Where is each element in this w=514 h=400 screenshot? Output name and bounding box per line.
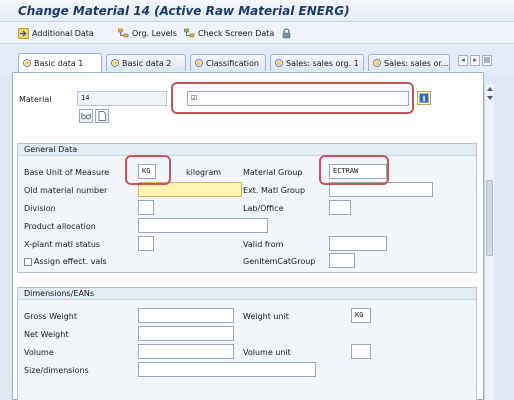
lab-office-label: Lab/Office <box>243 204 284 213</box>
right-edge <box>494 84 514 400</box>
description-highlight <box>171 82 414 114</box>
lab-office-input[interactable] <box>329 200 351 215</box>
valid-from-label: Valid from <box>243 240 284 249</box>
volume-unit-input[interactable] <box>351 344 371 359</box>
glasses-button[interactable] <box>79 109 93 123</box>
material-group-highlight <box>319 155 389 185</box>
tab-radio-icon <box>23 59 31 67</box>
vertical-scrollbar[interactable] <box>484 84 494 400</box>
tab-label: Basic data 2 <box>122 58 172 68</box>
additional-data-button[interactable]: Additional Data <box>18 27 94 40</box>
base-uom-text: kilogram <box>186 168 222 177</box>
tab-radio-icon <box>373 59 381 67</box>
gross-weight-input[interactable] <box>138 308 234 323</box>
tab-content-panel: Material 14 ☑ i General Data Base Unit o… <box>12 72 484 400</box>
info-icon: i <box>419 93 429 103</box>
gen-item-cat-input[interactable] <box>329 253 355 268</box>
dimensions-group: Dimensions/EANs Gross Weight Weight unit… <box>17 287 477 400</box>
org-levels-icon <box>118 28 129 39</box>
check-screen-data-button[interactable]: Check Screen Data <box>184 27 274 40</box>
tab-radio-icon <box>275 59 283 67</box>
ext-matl-group-label: Ext. Matl Group <box>243 186 306 195</box>
material-group-label: Material Group <box>243 168 303 177</box>
window-title: Change Material 14 (Active Raw Material … <box>18 4 350 18</box>
assign-effect-checkbox[interactable] <box>24 258 32 266</box>
material-number-field: 14 <box>77 91 167 106</box>
tab-sales-org-1[interactable]: Sales: sales org. 1 <box>270 54 364 71</box>
volume-input[interactable] <box>138 344 234 359</box>
tab-sales-org-2[interactable]: Sales: sales or... <box>368 54 450 71</box>
lock-icon <box>281 28 292 39</box>
tab-scroll-right-button[interactable]: ▸ <box>470 55 480 66</box>
general-data-group: General Data Base Unit of Measure KG kil… <box>17 143 477 273</box>
lock-button[interactable] <box>281 27 292 40</box>
info-button[interactable]: i <box>417 91 431 105</box>
tab-label: Sales: sales or... <box>384 58 449 68</box>
general-data-title: General Data <box>18 144 476 156</box>
tab-basic-data-1[interactable]: Basic data 1 <box>18 53 102 72</box>
scroll-down-icon[interactable] <box>487 96 493 100</box>
tab-classification[interactable]: Classification <box>190 54 266 71</box>
document-icon <box>98 111 106 121</box>
gen-item-cat-label: GenItemCatGroup <box>243 257 316 266</box>
org-levels-button[interactable]: Org. Levels <box>118 27 177 40</box>
scroll-up-icon[interactable] <box>487 87 493 91</box>
org-levels-label: Org. Levels <box>132 29 177 38</box>
product-allocation-label: Product allocation <box>24 222 96 231</box>
weight-unit-label: Weight unit <box>243 312 289 321</box>
application-toolbar: Additional Data Org. Levels Check Screen… <box>0 22 514 44</box>
scrollbar-thumb[interactable] <box>486 180 493 256</box>
xplant-status-input[interactable] <box>138 236 154 251</box>
net-weight-label: Net Weight <box>24 330 69 339</box>
tab-radio-icon <box>111 59 119 67</box>
title-bar: Change Material 14 (Active Raw Material … <box>0 0 514 22</box>
net-weight-input[interactable] <box>138 326 234 341</box>
tab-label: Classification <box>206 58 259 68</box>
dimensions-title: Dimensions/EANs <box>18 288 476 300</box>
gross-weight-label: Gross Weight <box>24 312 77 321</box>
size-dimensions-input[interactable] <box>138 362 316 377</box>
tab-strip: Basic data 1 Basic data 2 Classification… <box>0 44 514 74</box>
xplant-status-label: X-plant matl status <box>24 240 101 249</box>
volume-label: Volume <box>24 348 54 357</box>
weight-unit-input[interactable]: KG <box>351 308 371 323</box>
additional-data-label: Additional Data <box>32 29 94 38</box>
size-dimensions-label: Size/dimensions <box>24 366 89 375</box>
volume-unit-label: Volume unit <box>243 348 291 357</box>
base-uom-label: Base Unit of Measure <box>24 168 110 177</box>
assign-effect-label: Assign effect. vals <box>34 257 107 266</box>
svg-text:i: i <box>423 94 426 103</box>
tab-label: Basic data 1 <box>34 58 84 68</box>
valid-from-input[interactable] <box>329 236 387 251</box>
tab-label: Sales: sales org. 1 <box>286 58 359 68</box>
tab-radio-icon <box>195 59 203 67</box>
material-label: Material <box>19 95 52 104</box>
tab-scroll-left-button[interactable]: ◂ <box>458 55 468 66</box>
base-uom-highlight <box>125 155 171 185</box>
additional-data-icon <box>18 28 29 39</box>
old-material-label: Old material number <box>24 186 108 195</box>
tab-list-button[interactable]: ▤ <box>482 55 492 66</box>
division-label: Division <box>24 204 56 213</box>
product-allocation-input[interactable] <box>138 218 268 233</box>
check-screen-data-label: Check Screen Data <box>198 29 275 38</box>
division-input[interactable] <box>138 200 154 215</box>
glasses-icon <box>80 112 92 120</box>
check-screen-data-icon <box>184 28 195 39</box>
long-text-button[interactable] <box>95 109 109 123</box>
tab-basic-data-2[interactable]: Basic data 2 <box>106 54 186 71</box>
